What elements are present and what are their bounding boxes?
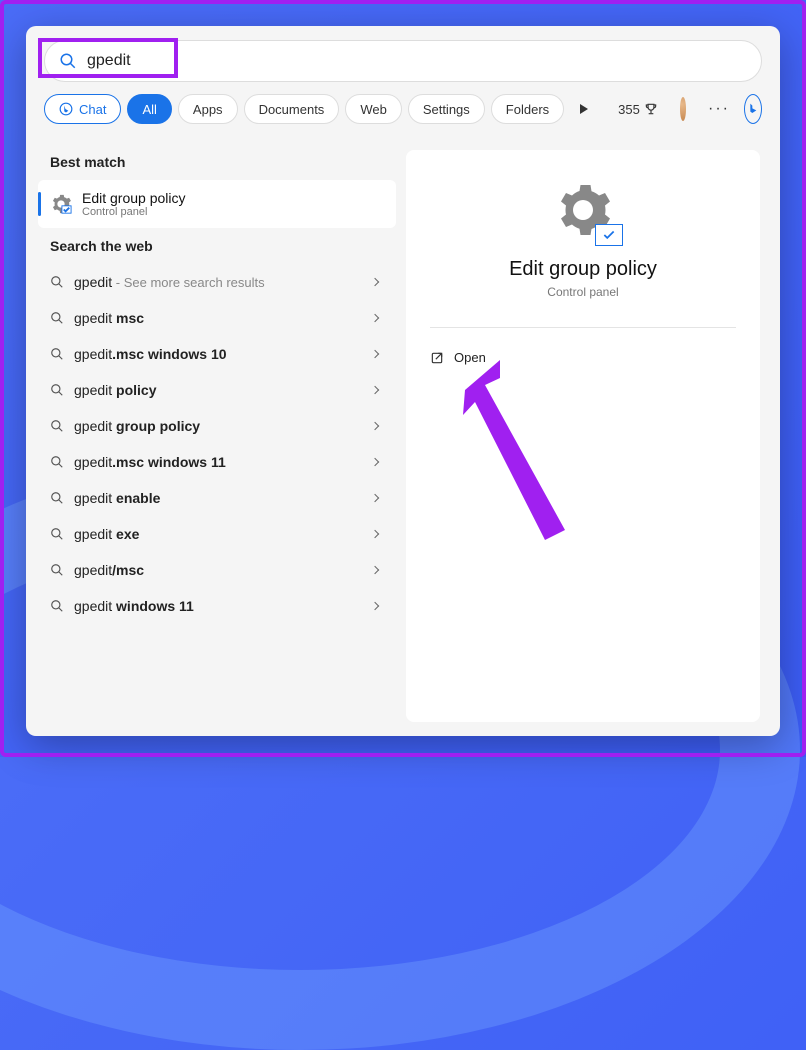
search-bar[interactable] xyxy=(44,40,762,82)
web-result-text: gpedit msc xyxy=(74,310,372,326)
web-result-item[interactable]: gpedit/msc xyxy=(38,552,396,588)
web-result-text: gpedit/msc xyxy=(74,562,372,578)
detail-pane: Edit group policy Control panel Open xyxy=(406,150,760,722)
bing-chat-icon xyxy=(745,101,761,117)
search-input[interactable] xyxy=(87,52,747,70)
search-icon xyxy=(50,311,64,325)
web-result-text: gpedit.msc windows 11 xyxy=(74,454,372,470)
web-result-item[interactable]: gpedit policy xyxy=(38,372,396,408)
chevron-right-icon xyxy=(371,278,379,286)
chevron-right-icon xyxy=(371,422,379,430)
more-menu[interactable]: ··· xyxy=(708,100,730,118)
user-avatar[interactable] xyxy=(680,97,686,121)
web-result-item[interactable]: gpedit - See more search results xyxy=(38,264,396,300)
chevron-right-icon xyxy=(371,314,379,322)
check-badge xyxy=(595,224,623,246)
filter-apps[interactable]: Apps xyxy=(178,94,238,124)
web-result-item[interactable]: gpedit enable xyxy=(38,480,396,516)
chat-chip[interactable]: Chat xyxy=(44,94,121,124)
detail-subtitle: Control panel xyxy=(430,285,736,299)
bing-icon xyxy=(59,102,73,116)
windows-search-panel: Chat All Apps Documents Web Settings Fol… xyxy=(26,26,780,736)
search-icon xyxy=(50,455,64,469)
open-action[interactable]: Open xyxy=(430,346,736,369)
filter-all[interactable]: All xyxy=(127,94,171,124)
best-match-title: Edit group policy xyxy=(82,190,186,206)
search-icon xyxy=(50,599,64,613)
best-match-result[interactable]: Edit group policy Control panel xyxy=(38,180,396,228)
detail-title: Edit group policy xyxy=(430,258,736,281)
web-result-text: gpedit group policy xyxy=(74,418,372,434)
search-web-label: Search the web xyxy=(38,228,396,264)
chat-label: Chat xyxy=(79,102,106,117)
open-label: Open xyxy=(454,350,486,365)
chevron-right-icon xyxy=(371,566,379,574)
open-icon xyxy=(430,351,444,365)
gear-icon xyxy=(50,193,72,215)
points-value: 355 xyxy=(618,102,640,117)
search-icon xyxy=(50,563,64,577)
web-result-text: gpedit exe xyxy=(74,526,372,542)
web-result-item[interactable]: gpedit msc xyxy=(38,300,396,336)
filter-folders[interactable]: Folders xyxy=(491,94,564,124)
chevron-right-icon xyxy=(371,386,379,394)
filter-row: Chat All Apps Documents Web Settings Fol… xyxy=(26,82,780,136)
filter-settings[interactable]: Settings xyxy=(408,94,485,124)
web-result-text: gpedit - See more search results xyxy=(74,274,372,290)
chevron-right-icon xyxy=(371,350,379,358)
web-result-text: gpedit.msc windows 10 xyxy=(74,346,372,362)
search-icon xyxy=(50,527,64,541)
web-result-text: gpedit enable xyxy=(74,490,372,506)
search-icon xyxy=(59,52,77,70)
play-icon[interactable] xyxy=(580,104,588,114)
best-match-subtitle: Control panel xyxy=(82,206,186,218)
web-result-item[interactable]: gpedit windows 11 xyxy=(38,588,396,624)
filter-documents[interactable]: Documents xyxy=(244,94,340,124)
chevron-right-icon xyxy=(371,530,379,538)
web-result-item[interactable]: gpedit exe xyxy=(38,516,396,552)
web-result-item[interactable]: gpedit.msc windows 11 xyxy=(38,444,396,480)
trophy-icon xyxy=(644,102,658,116)
web-results-list: gpedit - See more search results gpedit … xyxy=(38,264,396,624)
search-icon xyxy=(50,383,64,397)
chevron-right-icon xyxy=(371,458,379,466)
divider xyxy=(430,327,736,328)
search-icon xyxy=(50,491,64,505)
search-icon xyxy=(50,275,64,289)
bing-button[interactable] xyxy=(744,94,762,124)
search-icon xyxy=(50,347,64,361)
best-match-label: Best match xyxy=(38,144,396,180)
web-result-item[interactable]: gpedit group policy xyxy=(38,408,396,444)
web-result-text: gpedit windows 11 xyxy=(74,598,372,614)
search-icon xyxy=(50,419,64,433)
chevron-right-icon xyxy=(371,602,379,610)
web-result-item[interactable]: gpedit.msc windows 10 xyxy=(38,336,396,372)
web-result-text: gpedit policy xyxy=(74,382,372,398)
rewards-points[interactable]: 355 xyxy=(618,102,658,117)
results-column: Best match Edit group policy Control pan… xyxy=(26,136,396,736)
filter-web[interactable]: Web xyxy=(345,94,402,124)
detail-gear-icon xyxy=(553,180,613,240)
chevron-right-icon xyxy=(371,494,379,502)
